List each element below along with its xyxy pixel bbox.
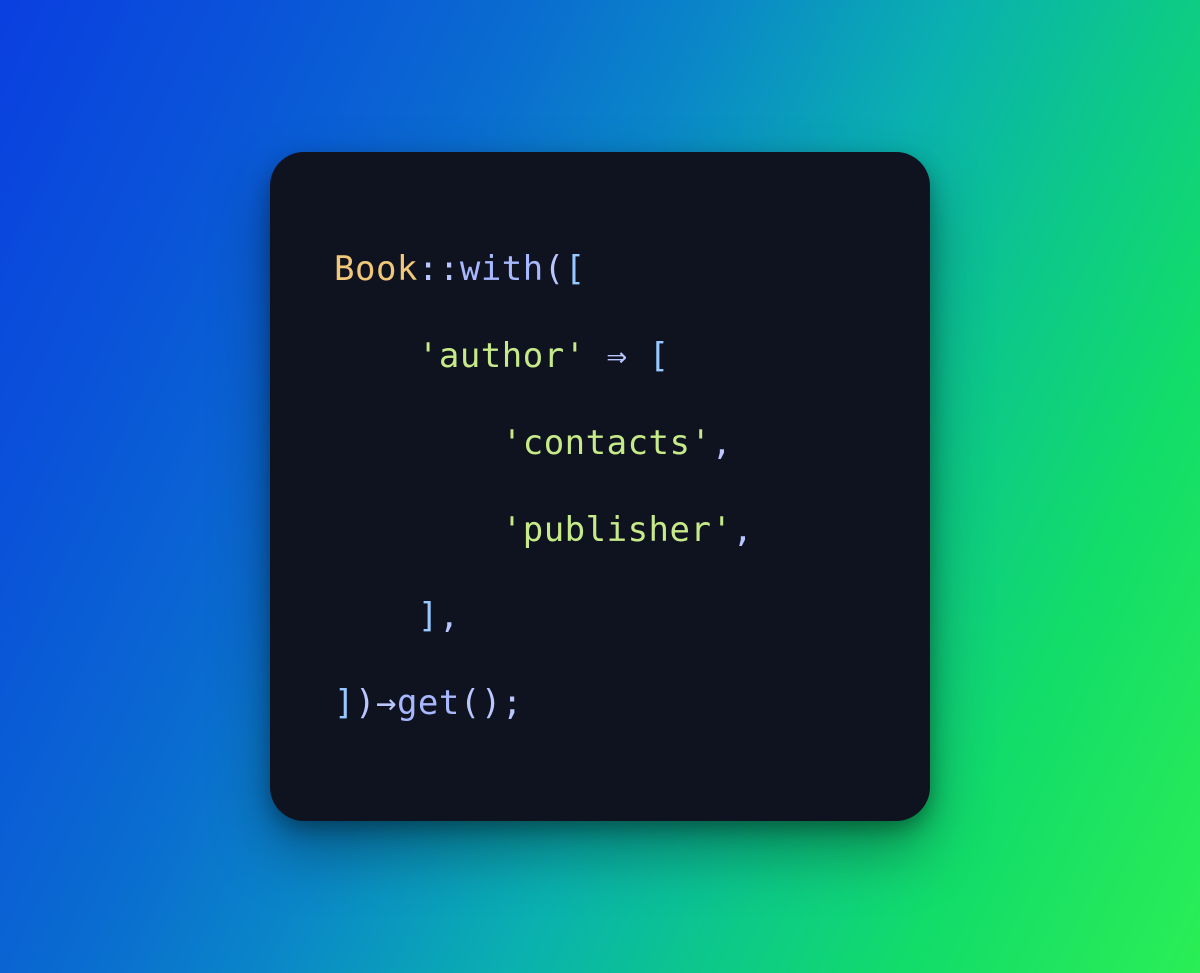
token-call-parens: () (460, 683, 502, 723)
token-comma: , (732, 510, 753, 550)
token-open-paren: ( (544, 249, 565, 289)
token-semicolon: ; (502, 683, 523, 723)
indent (334, 423, 502, 463)
token-comma: , (711, 423, 732, 463)
token-open-bracket-outer: [ (565, 249, 586, 289)
token-string-author: 'author' (418, 336, 586, 376)
token-method-get: get (397, 683, 460, 723)
token-comma: , (439, 596, 460, 636)
indent (334, 510, 502, 550)
code-card: Book::with([ 'author' ⇒ [ 'contacts', 'p… (270, 152, 930, 820)
token-open-bracket-inner: [ (649, 336, 670, 376)
token-fat-arrow: ⇒ (586, 336, 649, 376)
indent (334, 336, 418, 376)
token-chain-arrow: → (376, 683, 397, 723)
token-close-bracket-outer: ] (334, 683, 355, 723)
token-class-name: Book (334, 249, 418, 289)
indent (334, 596, 418, 636)
token-string-contacts: 'contacts' (502, 423, 712, 463)
gradient-background: Book::with([ 'author' ⇒ [ 'contacts', 'p… (0, 0, 1200, 973)
token-method-with: with (460, 249, 544, 289)
token-string-publisher: 'publisher' (502, 510, 733, 550)
token-close-bracket-inner: ] (418, 596, 439, 636)
token-close-paren: ) (355, 683, 376, 723)
code-block: Book::with([ 'author' ⇒ [ 'contacts', 'p… (334, 226, 874, 746)
token-scope-operator: :: (418, 249, 460, 289)
